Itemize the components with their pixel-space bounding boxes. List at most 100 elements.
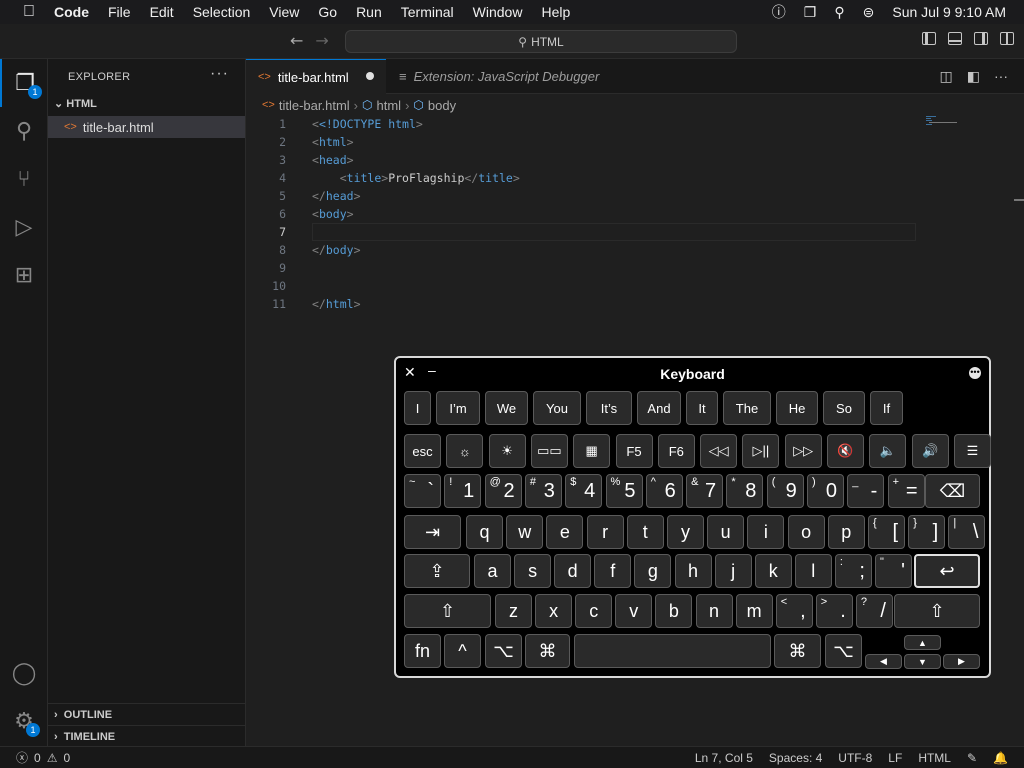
key-4[interactable]: $4 (565, 474, 603, 508)
key-z[interactable]: z (495, 594, 532, 628)
feedback-icon[interactable]: ✎ (967, 751, 977, 765)
minimap[interactable] (926, 115, 986, 135)
more-options-icon[interactable]: ••• (969, 367, 981, 379)
search-view-icon[interactable]: ⚲ (0, 107, 48, 155)
function-key[interactable]: ☰ (953, 434, 991, 468)
function-key[interactable]: 🔊 (911, 434, 949, 468)
extensions-icon[interactable]: ⊞ (0, 251, 48, 299)
key-h[interactable]: h (674, 554, 712, 588)
key-y[interactable]: y (667, 515, 704, 549)
right-command-key[interactable]: ⌘ (774, 634, 821, 668)
suggestion-key[interactable]: He (776, 391, 818, 425)
function-key[interactable]: 🔈 (869, 434, 907, 468)
breadcrumb-file[interactable]: title-bar.html (279, 98, 350, 113)
menu-file[interactable]: File (108, 4, 131, 20)
suggestion-key[interactable]: I’m (436, 391, 480, 425)
key-j[interactable]: j (714, 554, 752, 588)
accounts-icon[interactable]: ◯ (0, 649, 48, 697)
menu-window[interactable]: Window (473, 4, 523, 20)
key-c[interactable]: c (575, 594, 613, 628)
suggestion-key[interactable]: It’s (586, 391, 632, 425)
more-actions-icon[interactable]: ··· (994, 68, 1008, 85)
breadcrumb-body[interactable]: body (428, 98, 456, 113)
arrow-down-key[interactable]: ▼ (904, 654, 941, 669)
key-v[interactable]: v (615, 594, 653, 628)
key-w[interactable]: w (506, 515, 544, 549)
left-shift-key[interactable]: ⇧ (404, 594, 491, 628)
key-r[interactable]: r (586, 515, 624, 549)
breadcrumb-html[interactable]: html (377, 98, 402, 113)
key-q[interactable]: q (466, 515, 503, 549)
key-2[interactable]: @2 (484, 474, 522, 508)
split-editor-icon[interactable]: ◧ (967, 68, 980, 85)
key-g[interactable]: g (634, 554, 672, 588)
menu-run[interactable]: Run (356, 4, 382, 20)
key-s[interactable]: s (514, 554, 552, 588)
control-key[interactable]: ^ (444, 634, 481, 668)
notifications-bell-icon[interactable]: 🔔 (993, 751, 1008, 765)
key-0[interactable]: ) 0 (807, 474, 844, 508)
screen-mirror-icon[interactable]: ❐ (804, 4, 817, 21)
back-arrow-icon[interactable]: ← (290, 31, 303, 50)
left-option-key[interactable]: ⌥ (485, 634, 522, 668)
manage-gear-icon[interactable]: ⚙ 1 (0, 697, 48, 745)
function-key[interactable]: ▷|| (742, 434, 780, 468)
function-key[interactable]: F6 (657, 434, 695, 468)
command-center[interactable]: ⚲ HTML (345, 30, 737, 53)
function-key[interactable]: ▦ (573, 434, 611, 468)
accessibility-icon[interactable]: ⓘ (772, 2, 786, 22)
key-l[interactable]: l (794, 554, 832, 588)
suggestion-key[interactable]: We (485, 391, 528, 425)
end-of-line[interactable]: LF (888, 751, 902, 765)
key-f[interactable]: f (594, 554, 632, 588)
menu-help[interactable]: Help (541, 4, 570, 20)
key-p[interactable]: p (827, 515, 865, 549)
menu-terminal[interactable]: Terminal (401, 4, 454, 20)
toggle-panel-icon[interactable] (948, 32, 962, 45)
key-o[interactable]: o (787, 515, 825, 549)
arrow-up-key[interactable]: ▲ (904, 635, 941, 650)
space-key[interactable] (574, 634, 771, 668)
arrow-left-key[interactable]: ◀ (865, 654, 902, 669)
forward-arrow-icon[interactable]: → (315, 31, 328, 50)
function-key[interactable]: 🔇 (827, 434, 864, 468)
outline-section[interactable]: › OUTLINE (48, 703, 245, 725)
fn-key[interactable]: fn (404, 634, 441, 668)
tab-key[interactable]: ⇥ (404, 515, 461, 549)
key-i[interactable]: i (747, 515, 785, 549)
key-d[interactable]: d (554, 554, 592, 588)
key-=[interactable]: + = (887, 474, 925, 508)
toggle-primary-sidebar-icon[interactable] (922, 32, 936, 45)
tab-extension-js-debugger[interactable]: ≡ Extension: JavaScript Debugger (387, 59, 627, 94)
menu-app[interactable]: Code (54, 4, 89, 20)
key-.[interactable]: >. (815, 594, 853, 628)
key-1[interactable]: ! 1 (444, 474, 482, 508)
source-control-icon[interactable]: ⑂ (0, 155, 48, 203)
customize-layout-icon[interactable] (1000, 32, 1014, 45)
function-key[interactable]: ☀ (488, 434, 526, 468)
key-3[interactable]: #3 (524, 474, 562, 508)
menu-selection[interactable]: Selection (193, 4, 251, 20)
run-debug-icon[interactable]: ▷ (0, 203, 48, 251)
key-/[interactable]: ? / (855, 594, 893, 628)
scrollbar-marker[interactable] (1014, 199, 1024, 201)
toggle-secondary-sidebar-icon[interactable] (974, 32, 988, 45)
right-option-key[interactable]: ⌥ (825, 634, 862, 668)
cursor-position[interactable]: Ln 7, Col 5 (695, 751, 753, 765)
key-a[interactable]: a (474, 554, 511, 588)
function-key[interactable]: ▷▷ (784, 434, 822, 468)
more-actions-icon[interactable]: ··· (210, 65, 229, 83)
key-'[interactable]: " ' (875, 554, 912, 588)
problems-indicator[interactable]: ⓧ 0 ⚠ 0 (16, 749, 70, 766)
folder-html[interactable]: ⌄ HTML (54, 97, 97, 110)
menubar-clock[interactable]: Sun Jul 9 9:10 AM (892, 4, 1006, 20)
timeline-section[interactable]: › TIMELINE (48, 725, 245, 747)
key-u[interactable]: u (707, 515, 745, 549)
key-k[interactable]: k (754, 554, 792, 588)
key-x[interactable]: x (535, 594, 573, 628)
suggestion-key[interactable]: If (870, 391, 903, 425)
encoding[interactable]: UTF-8 (838, 751, 872, 765)
suggestion-key[interactable]: It (686, 391, 718, 425)
key-n[interactable]: n (695, 594, 733, 628)
key-b[interactable]: b (655, 594, 693, 628)
